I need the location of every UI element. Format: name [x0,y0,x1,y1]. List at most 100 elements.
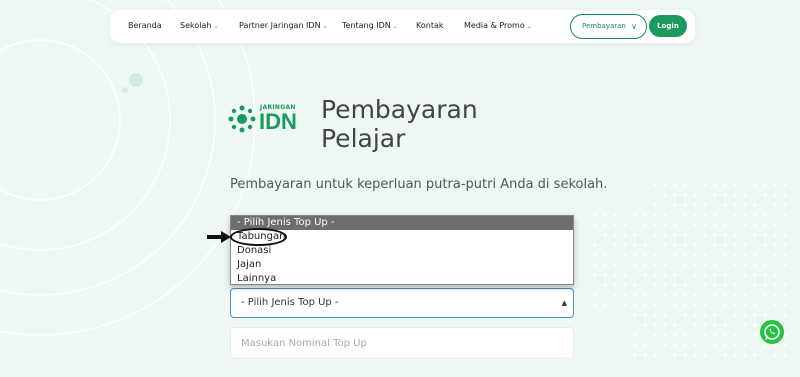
map-dot [633,253,637,257]
map-dot [643,323,647,327]
map-dot [783,233,787,237]
dropdown-option-lainnya[interactable]: Lainnya [231,272,573,286]
map-dot [603,253,607,257]
map-dot [693,213,697,217]
pembayaran-button[interactable]: Pembayaran ∨ [570,14,647,39]
map-dot [703,183,707,187]
map-dot [693,223,697,227]
map-dot [693,253,697,257]
idn-logo[interactable]: JARINGAN IDN [228,103,302,135]
map-dot [703,313,707,317]
nav-item-tentang-idn[interactable]: Tentang IDN ⌄ [342,21,398,32]
map-dot [683,183,687,187]
map-dot [643,303,647,307]
map-dot [733,313,737,317]
map-dot [733,243,737,247]
map-dot [743,263,747,267]
map-dot [773,243,777,247]
dropdown-option-placeholder[interactable]: - Pilih Jenis Top Up - [231,216,573,230]
map-dot [643,353,647,357]
logo-big-text: IDN [259,109,297,134]
map-dot [753,333,757,337]
map-dot [743,313,747,317]
map-dot [773,353,777,357]
map-dot [733,183,737,187]
map-dot [743,223,747,227]
map-dot [663,313,667,317]
map-dot [753,183,757,187]
map-dot [753,273,757,277]
map-dot [623,253,627,257]
map-dot [643,343,647,347]
map-dot [713,333,717,337]
map-dot [663,213,667,217]
map-dot [663,193,667,197]
topup-type-select[interactable]: - Pilih Jenis Top Up - ▲▼ [230,288,574,335]
nominal-topup-input[interactable] [230,327,574,359]
map-dot [693,203,697,207]
map-dot [673,333,677,337]
map-dot [713,343,717,347]
map-dot [733,213,737,217]
whatsapp-button[interactable] [760,320,784,344]
map-dot [643,223,647,227]
map-dot [633,303,637,307]
map-dot [693,353,697,357]
chevron-down-icon: ⌄ [322,23,328,30]
map-dot [683,343,687,347]
login-button[interactable]: Login [649,15,687,37]
map-dot [763,183,767,187]
map-dot [703,213,707,217]
map-dot [593,223,597,227]
map-dot [723,323,727,327]
map-dot [743,253,747,257]
map-dot [623,233,627,237]
map-dot [733,353,737,357]
nav-item-media-promo[interactable]: Media & Promo ⌄ [464,21,532,32]
map-dot [703,233,707,237]
map-dot [723,233,727,237]
map-dot [733,233,737,237]
nav-item-partner-jaringan-idn[interactable]: Partner Jaringan IDN ⌄ [239,21,328,32]
map-dot [653,253,657,257]
map-dot [693,193,697,197]
map-dot [673,283,677,287]
nav-item-beranda[interactable]: Beranda [128,21,162,31]
map-dot [733,193,737,197]
map-dot [763,293,767,297]
map-dot [633,283,637,287]
map-dot [643,243,647,247]
map-dot [723,293,727,297]
map-dot [593,243,597,247]
map-dot [773,253,777,257]
map-dot [673,243,677,247]
map-dot [653,223,657,227]
map-dot [773,233,777,237]
map-dot [753,313,757,317]
map-dot [703,333,707,337]
map-dot [603,303,607,307]
map-dot [723,353,727,357]
map-dot [683,293,687,297]
dropdown-option-donasi[interactable]: Donasi [231,244,573,258]
nav-item-kontak[interactable]: Kontak [416,21,443,31]
map-dot [773,283,777,287]
nav-item-sekolah[interactable]: Sekolah ⌄ [180,21,218,32]
map-dot [693,323,697,327]
map-dot [763,193,767,197]
map-dot [613,273,617,277]
map-dot [713,323,717,327]
map-dot [653,353,657,357]
dropdown-option-jajan[interactable]: Jajan [231,258,573,272]
map-dot [673,353,677,357]
map-dot [753,213,757,217]
map-dot [723,193,727,197]
map-dot [663,223,667,227]
map-dot [783,253,787,257]
map-dot [593,213,597,217]
map-dot [743,343,747,347]
map-dot [633,233,637,237]
map-dot [653,323,657,327]
map-dot [593,253,597,257]
map-dot [683,333,687,337]
